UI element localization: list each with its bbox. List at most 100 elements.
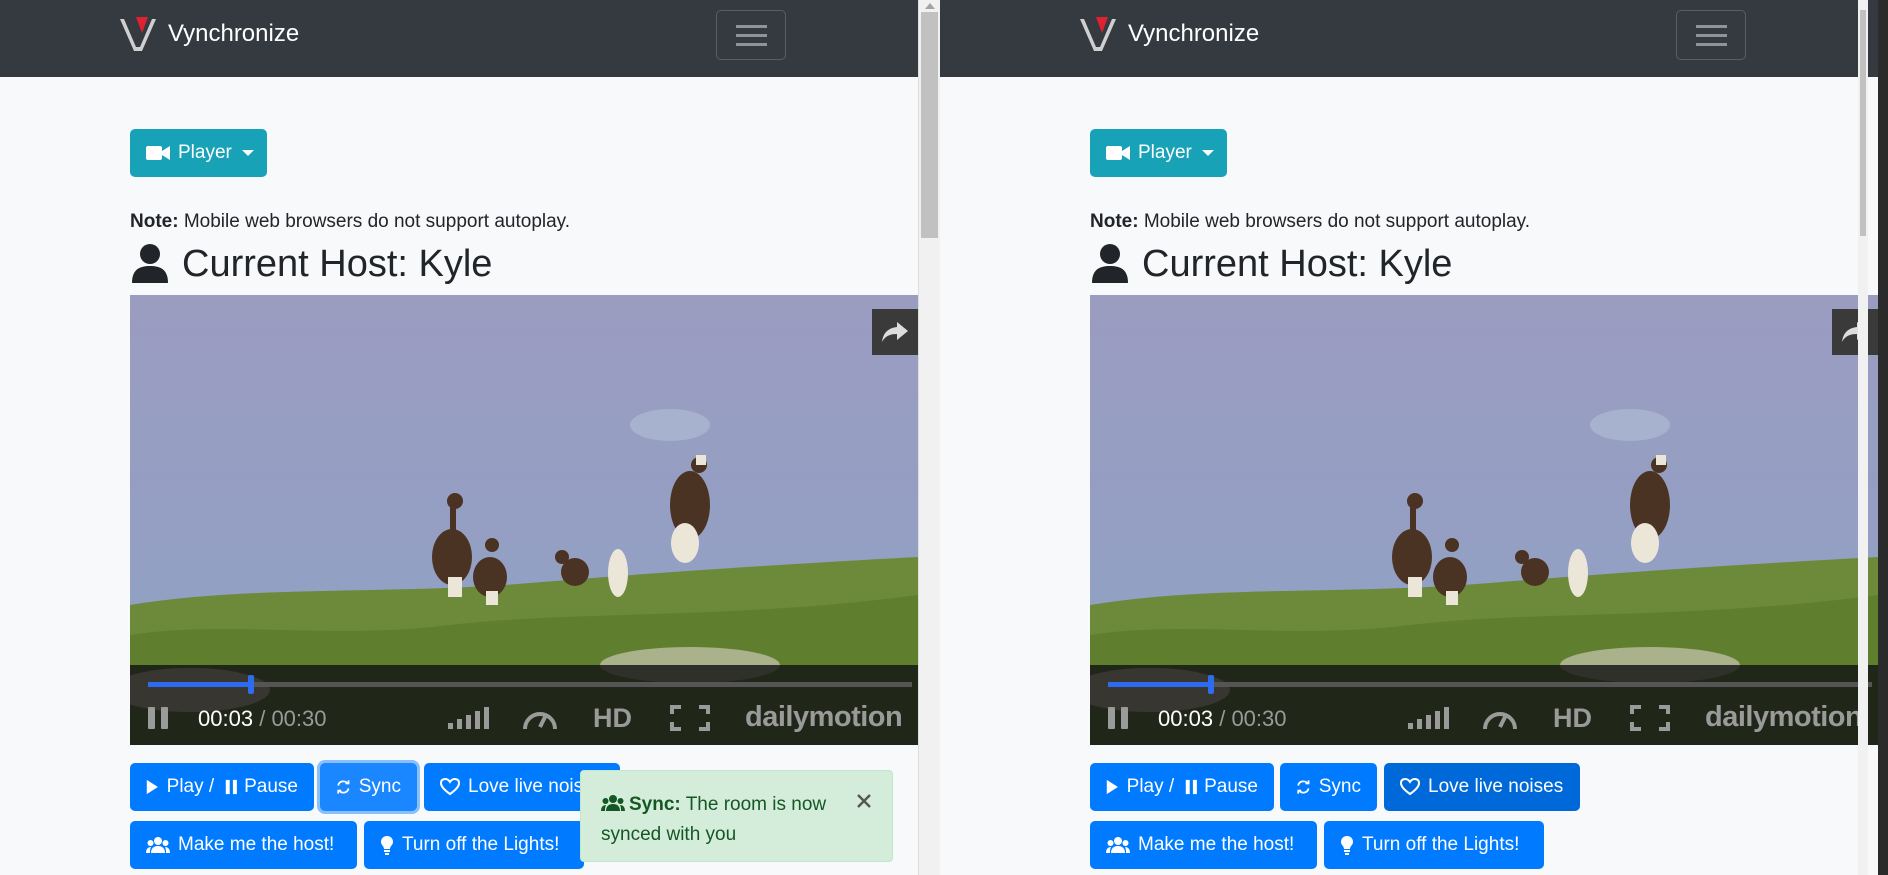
share-button[interactable] xyxy=(872,309,918,355)
make-me-host-button[interactable]: Make me the host! xyxy=(1090,821,1317,869)
users-icon xyxy=(146,837,170,853)
progress-bar[interactable] xyxy=(148,675,912,694)
heart-icon xyxy=(440,778,460,796)
video-camera-icon xyxy=(146,146,170,160)
play-icon xyxy=(146,779,158,795)
pause-label: Pause xyxy=(1204,776,1258,797)
caret-down-icon xyxy=(1201,150,1214,156)
current-time: 00:03 xyxy=(198,706,254,731)
play-label: Play xyxy=(1126,776,1164,797)
sync-label: Sync xyxy=(1318,776,1361,797)
note-text: Mobile web browsers do not support autop… xyxy=(1143,211,1531,232)
sync-icon xyxy=(1297,780,1310,794)
toast-title: Sync: xyxy=(629,794,681,815)
share-button[interactable] xyxy=(1832,309,1878,355)
video-player[interactable]: 00:03 / 00:30 HD dailymotion xyxy=(130,295,918,745)
current-host-heading: Current Host: Kyle xyxy=(130,240,492,288)
vynchronize-logo-icon xyxy=(1080,17,1116,51)
pause-icon[interactable] xyxy=(148,707,170,729)
lights-label: Turn off the Lights! xyxy=(402,834,560,855)
player-dropdown-button[interactable]: Player xyxy=(1090,129,1227,177)
sync-icon xyxy=(337,780,350,794)
user-icon xyxy=(132,244,168,283)
dailymotion-logo[interactable]: dailymotion xyxy=(745,701,903,734)
player-dropdown-label: Player xyxy=(1138,142,1192,163)
brand-name: Vynchronize xyxy=(1128,20,1260,47)
vynchronize-logo-icon xyxy=(120,17,156,51)
navbar-toggler-button[interactable] xyxy=(716,10,786,60)
sync-toast: Sync: The room is now synced with you xyxy=(580,770,893,862)
video-controls: 00:03 / 00:30 HD dailymotion xyxy=(130,665,918,745)
turn-off-lights-button[interactable]: Turn off the Lights! xyxy=(1324,821,1544,869)
make-host-label: Make me the host! xyxy=(1138,834,1295,855)
love-live-noises-button[interactable]: Love live noises xyxy=(1384,763,1580,811)
share-arrow-icon xyxy=(882,322,908,342)
fullscreen-icon[interactable] xyxy=(670,705,710,731)
brand[interactable]: Vynchronize xyxy=(118,14,299,54)
current-time: 00:03 xyxy=(1158,706,1214,731)
progress-fill xyxy=(1108,682,1212,687)
left-pane-scrollbar[interactable] xyxy=(918,0,942,875)
volume-icon[interactable] xyxy=(1408,707,1450,729)
quality-hd-button[interactable]: HD xyxy=(1553,703,1592,734)
make-host-label: Make me the host! xyxy=(178,834,335,855)
player-dropdown-button[interactable]: Player xyxy=(130,129,267,177)
note-label: Note: xyxy=(1090,211,1139,232)
autoplay-note: Note: Mobile web browsers do not support… xyxy=(130,211,570,233)
time-separator: / xyxy=(259,706,266,731)
lightbulb-icon xyxy=(381,836,393,855)
make-me-host-button[interactable]: Make me the host! xyxy=(130,821,357,869)
note-text: Mobile web browsers do not support autop… xyxy=(183,211,571,232)
navbar: Vynchronize xyxy=(940,0,1878,77)
current-host-text: Current Host: Kyle xyxy=(182,242,493,285)
close-icon[interactable] xyxy=(856,793,872,809)
duration: 00:30 xyxy=(1231,706,1287,731)
heart-icon xyxy=(1400,778,1420,796)
turn-off-lights-button[interactable]: Turn off the Lights! xyxy=(364,821,584,869)
brand[interactable]: Vynchronize xyxy=(1078,14,1259,54)
time-display: 00:03 / 00:30 xyxy=(198,706,327,732)
pause-icon xyxy=(226,779,238,795)
video-camera-icon xyxy=(1106,146,1130,160)
dailymotion-logo[interactable]: dailymotion xyxy=(1705,701,1863,734)
playback-speed-icon[interactable] xyxy=(522,705,558,731)
play-pause-separator: / xyxy=(1163,776,1180,797)
current-host-heading: Current Host: Kyle xyxy=(1090,240,1452,288)
video-player[interactable]: 00:03 / 00:30 HD dailymotion xyxy=(1090,295,1878,745)
video-controls: 00:03 / 00:30 HD dailymotion xyxy=(1090,665,1878,745)
lights-label: Turn off the Lights! xyxy=(1362,834,1520,855)
note-label: Note: xyxy=(130,211,179,232)
quality-hd-button[interactable]: HD xyxy=(593,703,632,734)
love-label: Love live noises xyxy=(1428,776,1564,797)
progress-handle[interactable] xyxy=(1208,675,1215,694)
current-host-text: Current Host: Kyle xyxy=(1142,242,1453,285)
user-icon xyxy=(1092,244,1128,283)
right-pane-scrollbar[interactable] xyxy=(1858,0,1868,875)
sync-label: Sync xyxy=(358,776,401,797)
progress-fill xyxy=(148,682,252,687)
navbar: Vynchronize xyxy=(0,0,918,77)
progress-handle[interactable] xyxy=(248,675,255,694)
play-pause-button[interactable]: Play / Pause xyxy=(1090,763,1274,811)
pause-icon[interactable] xyxy=(1108,707,1130,729)
time-display: 00:03 / 00:30 xyxy=(1158,706,1287,732)
sync-button[interactable]: Sync xyxy=(1280,763,1377,811)
playback-speed-icon[interactable] xyxy=(1482,705,1518,731)
sync-button[interactable]: Sync xyxy=(320,763,417,811)
scrollbar-thumb[interactable] xyxy=(1860,10,1866,236)
player-dropdown-label: Player xyxy=(178,142,232,163)
volume-icon[interactable] xyxy=(448,707,490,729)
scrollbar-thumb[interactable] xyxy=(921,12,938,238)
pause-icon xyxy=(1186,779,1198,795)
fullscreen-icon[interactable] xyxy=(1630,705,1670,731)
navbar-toggler-button[interactable] xyxy=(1676,10,1746,60)
users-icon xyxy=(601,795,625,811)
scroll-up-arrow-icon[interactable] xyxy=(925,3,935,9)
brand-name: Vynchronize xyxy=(168,20,300,47)
duration: 00:30 xyxy=(271,706,327,731)
progress-bar[interactable] xyxy=(1108,675,1872,694)
play-pause-button[interactable]: Play / Pause xyxy=(130,763,314,811)
autoplay-note: Note: Mobile web browsers do not support… xyxy=(1090,211,1530,233)
time-separator: / xyxy=(1219,706,1226,731)
caret-down-icon xyxy=(241,150,254,156)
